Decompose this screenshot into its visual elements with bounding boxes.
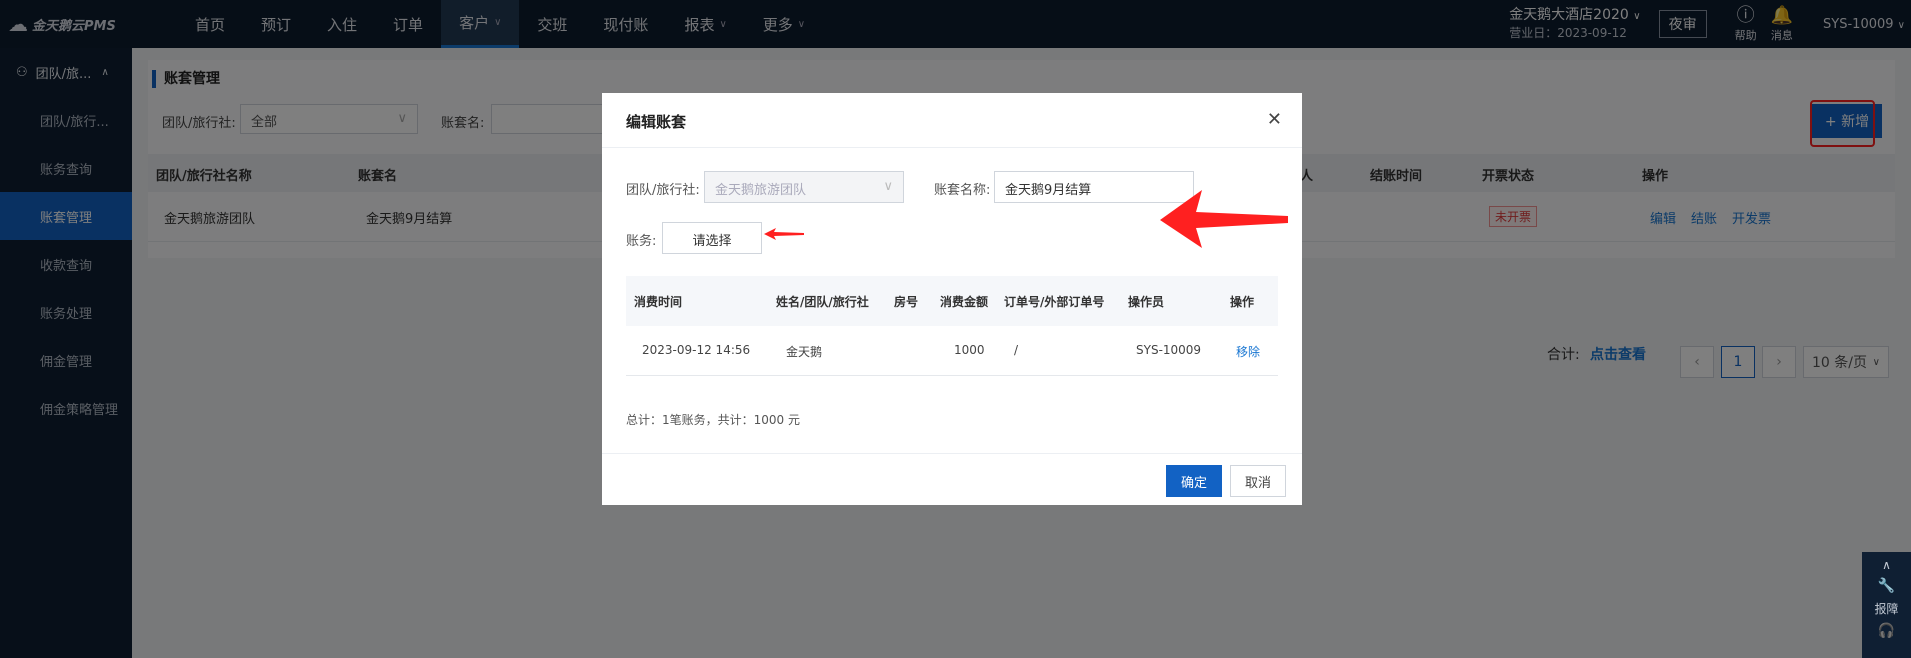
account-select[interactable]: 请选择: [662, 222, 762, 254]
detail-table-row: 2023-09-12 14:56 金天鹅 1000 / SYS-10009 移除: [626, 326, 1278, 376]
agency-label: 团队/旅行社:: [626, 183, 700, 198]
col-amount: 消费金额: [940, 295, 989, 309]
cell-operator: SYS-10009: [1136, 343, 1202, 357]
chevron-up-icon[interactable]: ∧: [1882, 558, 1891, 572]
detail-table-header: 消费时间 姓名/团队/旅行社 房号 消费金额 订单号/外部订单号 操作员 操作: [626, 276, 1278, 326]
close-icon[interactable]: ✕: [1267, 109, 1282, 130]
edit-account-set-dialog: 编辑账套 ✕ 团队/旅行社: 金天鹅旅游团队 ∨ 账套名称: 金天鹅9月结算 账…: [602, 93, 1302, 505]
cell-order: /: [1014, 343, 1019, 357]
report-issue-label[interactable]: 报障: [1874, 600, 1898, 617]
account-label: 账务:: [626, 234, 657, 249]
dialog-title: 编辑账套: [602, 93, 1302, 148]
agency-value: 金天鹅旅游团队: [715, 183, 807, 198]
remove-link[interactable]: 移除: [1236, 343, 1260, 360]
headset-icon[interactable]: 🎧: [1878, 623, 1895, 639]
col-operator: 操作员: [1128, 295, 1165, 309]
confirm-button[interactable]: 确定: [1166, 465, 1222, 497]
col-order: 订单号/外部订单号: [1004, 295, 1105, 309]
wrench-icon[interactable]: 🔧: [1878, 578, 1895, 594]
col-action: 操作: [1230, 295, 1255, 309]
col-guest: 姓名/团队/旅行社: [776, 295, 869, 309]
cell-time: 2023-09-12 14:56: [642, 343, 751, 357]
red-arrow-small: [764, 228, 804, 240]
cell-amount: 1000: [954, 343, 985, 357]
red-arrow-large: [1160, 190, 1288, 248]
summary-text: 总计：1笔账务，共计：1000 元: [626, 413, 800, 427]
agency-select: 金天鹅旅游团队 ∨: [704, 171, 904, 203]
cell-guest: 金天鹅: [786, 345, 823, 359]
dialog-footer-divider: [602, 453, 1302, 454]
name-label: 账套名称:: [934, 183, 991, 198]
col-room: 房号: [894, 295, 919, 309]
chevron-down-icon: ∨: [883, 179, 893, 194]
col-time: 消费时间: [634, 295, 683, 309]
cancel-button[interactable]: 取消: [1230, 465, 1286, 497]
floating-toolbar: ∧ 🔧 报障 🎧: [1862, 552, 1911, 658]
